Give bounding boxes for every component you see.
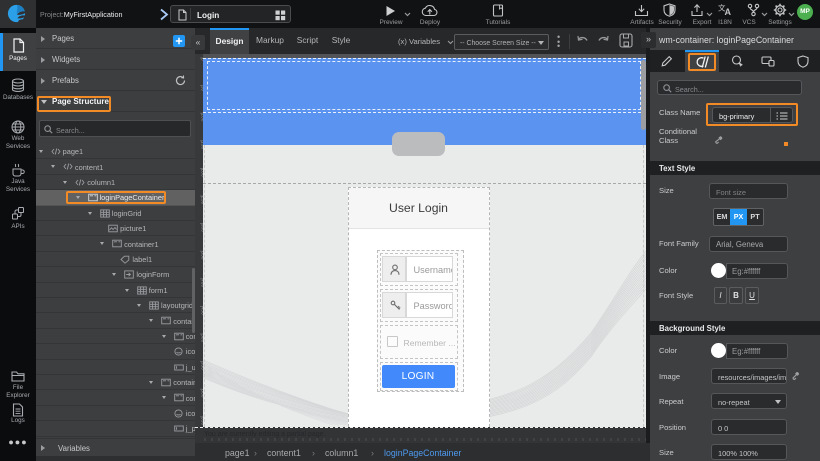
svg-text:A: A [725,7,732,16]
